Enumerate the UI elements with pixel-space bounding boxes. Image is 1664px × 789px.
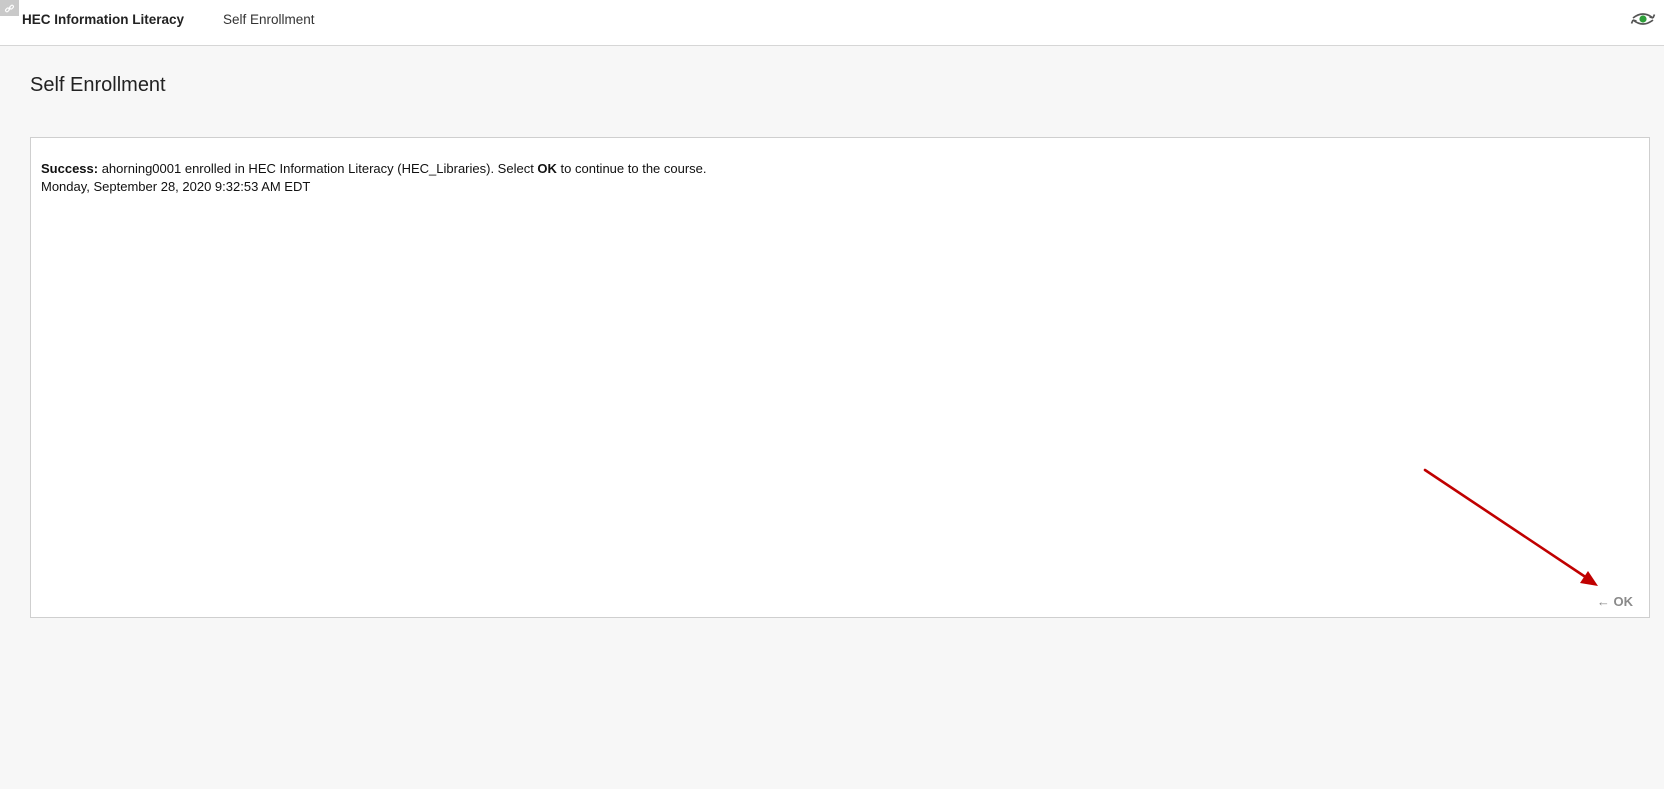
student-preview-icon — [1630, 13, 1656, 25]
timestamp: Monday, September 28, 2020 9:32:53 AM ED… — [41, 179, 311, 194]
enrollment-result-panel: Success: ahorning0001 enrolled in HEC In… — [30, 137, 1650, 618]
success-message: Success: ahorning0001 enrolled in HEC In… — [41, 160, 707, 196]
success-line: Success: ahorning0001 enrolled in HEC In… — [41, 160, 707, 178]
arrow-left-icon: ← — [1596, 594, 1610, 609]
top-navigation-bar: HEC Information Literacy Self Enrollment — [0, 0, 1664, 46]
page-title: Self Enrollment — [30, 74, 166, 96]
message-text-1: ahorning0001 enrolled in HEC Information… — [98, 161, 538, 176]
student-preview-button[interactable] — [1628, 7, 1658, 31]
status-label: Success: — [41, 161, 99, 176]
message-ok-word: OK — [537, 161, 557, 176]
breadcrumb-self-enrollment[interactable]: Self Enrollment — [223, 12, 315, 27]
link-icon[interactable] — [0, 0, 19, 16]
ok-button[interactable]: ← OK — [1597, 594, 1633, 609]
course-title-link[interactable]: HEC Information Literacy — [22, 12, 184, 27]
message-text-2: to continue to the course. — [556, 161, 707, 176]
ok-button-label: OK — [1613, 594, 1634, 609]
